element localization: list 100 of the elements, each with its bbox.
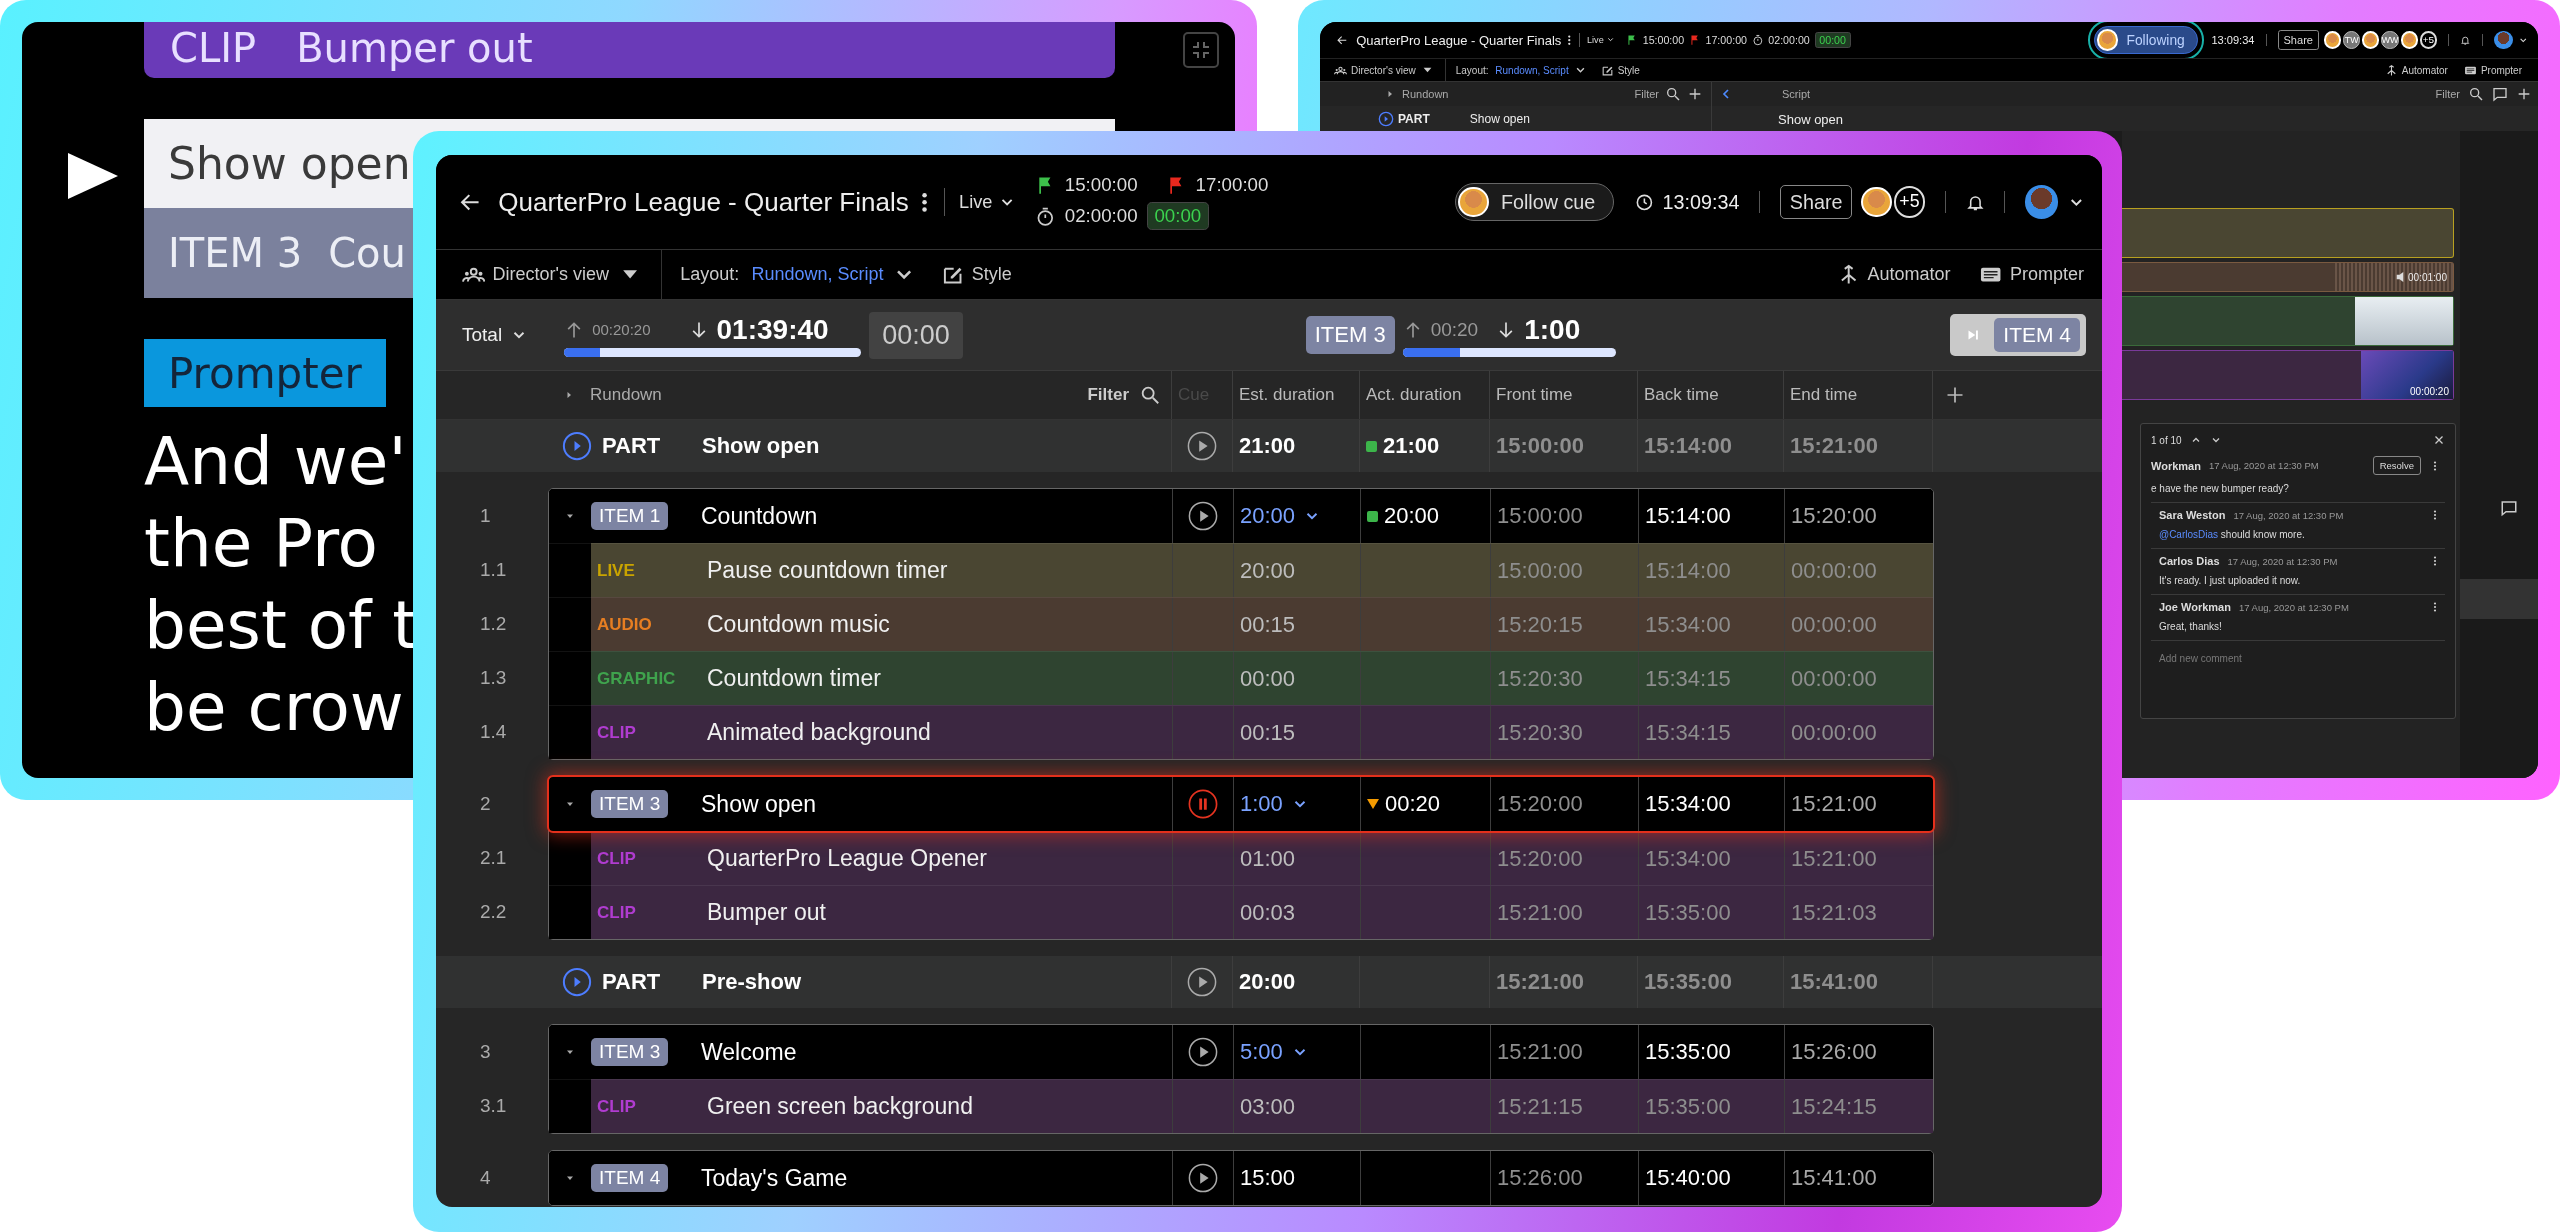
part-title: Pre-show — [701, 969, 803, 995]
part-toggle-icon[interactable] — [1378, 110, 1394, 127]
prompter-button[interactable]: Prompter — [1979, 262, 2084, 287]
status-dropdown[interactable]: Live — [959, 191, 1017, 213]
exit-fullscreen-icon[interactable] — [1183, 32, 1219, 68]
row-number: 1.2 — [479, 612, 508, 636]
search-icon[interactable] — [1665, 86, 1681, 102]
resolve-button[interactable]: Resolve — [2372, 456, 2421, 475]
row-number: 1 — [479, 504, 492, 528]
end-time: 00:00:00 — [1791, 719, 1877, 746]
end-time: 15:26:00 — [1791, 1039, 1877, 1065]
duration-dropdown[interactable]: 20:00 — [1240, 503, 1322, 529]
end-time: 17:00:00 — [1705, 34, 1747, 46]
style-button[interactable]: Style — [941, 262, 1012, 287]
item-row[interactable]: ITEM 3 Welcome 5:00 15:21:00 15:35:00 15:26:00 — [549, 1025, 1933, 1079]
sub-row[interactable]: CLIP QuarterPro League Opener 01:00 15:20:00 15:34:00 15:21:00 — [549, 831, 1933, 885]
comment-time: 17 Aug, 2020 at 12:30 PM — [2227, 555, 2338, 567]
comment-time: 17 Aug, 2020 at 12:30 PM — [2238, 601, 2349, 613]
sub-row[interactable]: AUDIO Countdown music 00:15 15:20:15 15:34:00 00:00:00 — [549, 597, 1933, 651]
more-users-count[interactable]: +5 — [2419, 31, 2438, 49]
estimated-duration: 03:00 — [1240, 1093, 1296, 1120]
comment-icon[interactable] — [2500, 499, 2518, 517]
comment-text: It's ready. I just uploaded it now. — [2159, 575, 2301, 586]
automator-button[interactable]: Automator — [2384, 63, 2448, 77]
follow-cue-button[interactable]: Follow cue — [1454, 182, 1615, 222]
comment-input[interactable]: Add new comment — [2159, 649, 2359, 668]
timeline-clip[interactable]: 00:00:20 — [2122, 350, 2454, 400]
comment-time: 17 Aug, 2020 at 12:30 PM — [2233, 509, 2344, 521]
item-row[interactable]: ITEM 4 Today's Game 15:00 15:26:00 15:40:00 15:41:00 — [549, 1151, 1933, 1205]
end-time: 15:21:00 — [1791, 791, 1877, 817]
sub-row[interactable]: GRAPHIC Countdown timer 00:00 15:20:30 15:34:15 00:00:00 — [549, 651, 1933, 705]
view-dropdown[interactable]: Director's view — [1334, 63, 1432, 77]
avatar[interactable] — [2493, 30, 2513, 50]
next-item-label: ITEM 3 — [168, 230, 303, 276]
more-icon[interactable] — [1567, 33, 1572, 47]
automator-button[interactable]: Automator — [1836, 262, 1951, 287]
comment-time: 17 Aug, 2020 at 12:30 PM — [2208, 460, 2319, 471]
view-dropdown[interactable]: Director's view — [462, 262, 638, 287]
share-button[interactable]: Share — [2277, 30, 2319, 50]
play-icon[interactable] — [1187, 967, 1217, 997]
search-icon[interactable] — [1139, 384, 1161, 406]
back-arrow-icon[interactable] — [1336, 33, 1349, 47]
sub-row[interactable]: CLIP Animated background 00:15 15:20:30 15:34:15 00:00:00 — [549, 705, 1933, 759]
avatar[interactable] — [2024, 185, 2059, 219]
script-title: Show open — [1778, 112, 1844, 127]
duration: 02:00:00 — [1768, 34, 1810, 46]
total-dropdown[interactable]: Total — [462, 324, 529, 346]
speaker-icon — [2396, 271, 2405, 283]
duration-dropdown[interactable]: 1:00 — [1240, 791, 1309, 817]
status-dropdown[interactable]: Live — [1587, 35, 1616, 45]
part-row[interactable]: PART Show open 21:00 21:00 15:00:00 15:14:00 15:21:00 — [436, 420, 2102, 472]
clip-title: Bumper out — [296, 25, 533, 71]
item-row[interactable]: ITEM 3 Show open 1:00 00:20 15:20:00 15:34:00 15:21:00 — [549, 777, 1933, 831]
add-column-icon[interactable] — [1945, 385, 1965, 405]
type-label: GRAPHIC — [596, 668, 677, 689]
part-toggle-icon[interactable] — [562, 431, 592, 461]
front-time: 15:20:15 — [1497, 611, 1583, 638]
item-title: Show open — [701, 790, 818, 818]
filter-label[interactable]: Filter — [1087, 385, 1129, 405]
mention-link[interactable]: @CarlosDias — [2159, 529, 2219, 540]
type-label: CLIP — [596, 1096, 637, 1117]
sub-row[interactable]: CLIP Bumper out 00:03 15:21:00 15:35:00 15:21:03 — [549, 885, 1933, 939]
item-title: Countdown — [701, 502, 819, 530]
item-row[interactable]: ITEM 1 Countdown 20:00 20:00 15:00:00 15:14:00 15:20:00 — [549, 489, 1933, 543]
column-header: Front time — [1496, 385, 1573, 405]
filter-label[interactable]: Filter — [2435, 88, 2460, 100]
play-icon[interactable] — [1187, 431, 1217, 461]
sub-item-title: Pause countdown timer — [706, 557, 949, 584]
layout-dropdown[interactable]: Layout: Rundown, Script — [680, 264, 913, 285]
sub-row[interactable]: CLIP Green screen background 03:00 15:21:15 15:35:00 15:24:15 — [549, 1079, 1933, 1133]
more-users-count[interactable]: +5 — [1893, 186, 1925, 218]
duration-dropdown[interactable]: 5:00 — [1240, 1039, 1309, 1065]
prompter-button[interactable]: Prompter — [2463, 63, 2522, 77]
layout-dropdown[interactable]: Layout: Rundown, Script — [1455, 64, 1585, 76]
part-row[interactable]: PART Pre-show 20:00 15:21:00 15:35:00 15:41:00 — [436, 956, 2102, 1008]
play-icon[interactable] — [1188, 1163, 1218, 1193]
type-label: CLIP — [596, 902, 637, 923]
next-item-button[interactable]: ITEM 4 — [1950, 314, 2086, 356]
play-icon[interactable] — [1188, 501, 1218, 531]
sub-row[interactable]: LIVE Pause countdown timer 20:00 15:00:00 15:14:00 00:00:00 — [549, 543, 1933, 597]
timeline-clip[interactable] — [2122, 208, 2454, 258]
close-icon[interactable] — [2433, 434, 2445, 446]
timeline-clip[interactable] — [2122, 296, 2454, 346]
row-number: 1.4 — [479, 720, 508, 744]
style-button[interactable]: Style — [1600, 63, 1640, 77]
filter-label[interactable]: Filter — [1634, 88, 1659, 100]
current-item-title: Show open — [168, 138, 411, 189]
search-icon[interactable] — [2468, 86, 2484, 102]
clip-duration: 00:00:20 — [2410, 386, 2450, 399]
comment-icon[interactable] — [2492, 86, 2508, 102]
add-icon[interactable] — [1687, 86, 1703, 102]
back-time: 15:34:00 — [1645, 791, 1731, 817]
part-toggle-icon[interactable] — [562, 967, 592, 997]
add-icon[interactable] — [2516, 86, 2532, 102]
back-time: 15:34:00 — [1645, 611, 1731, 638]
bell-icon[interactable] — [2460, 34, 2471, 46]
pause-icon[interactable] — [1188, 789, 1218, 819]
share-button[interactable]: Share — [1779, 184, 1853, 220]
play-icon[interactable] — [1188, 1037, 1218, 1067]
timeline-clip[interactable]: 00:01:00 — [2122, 262, 2454, 292]
